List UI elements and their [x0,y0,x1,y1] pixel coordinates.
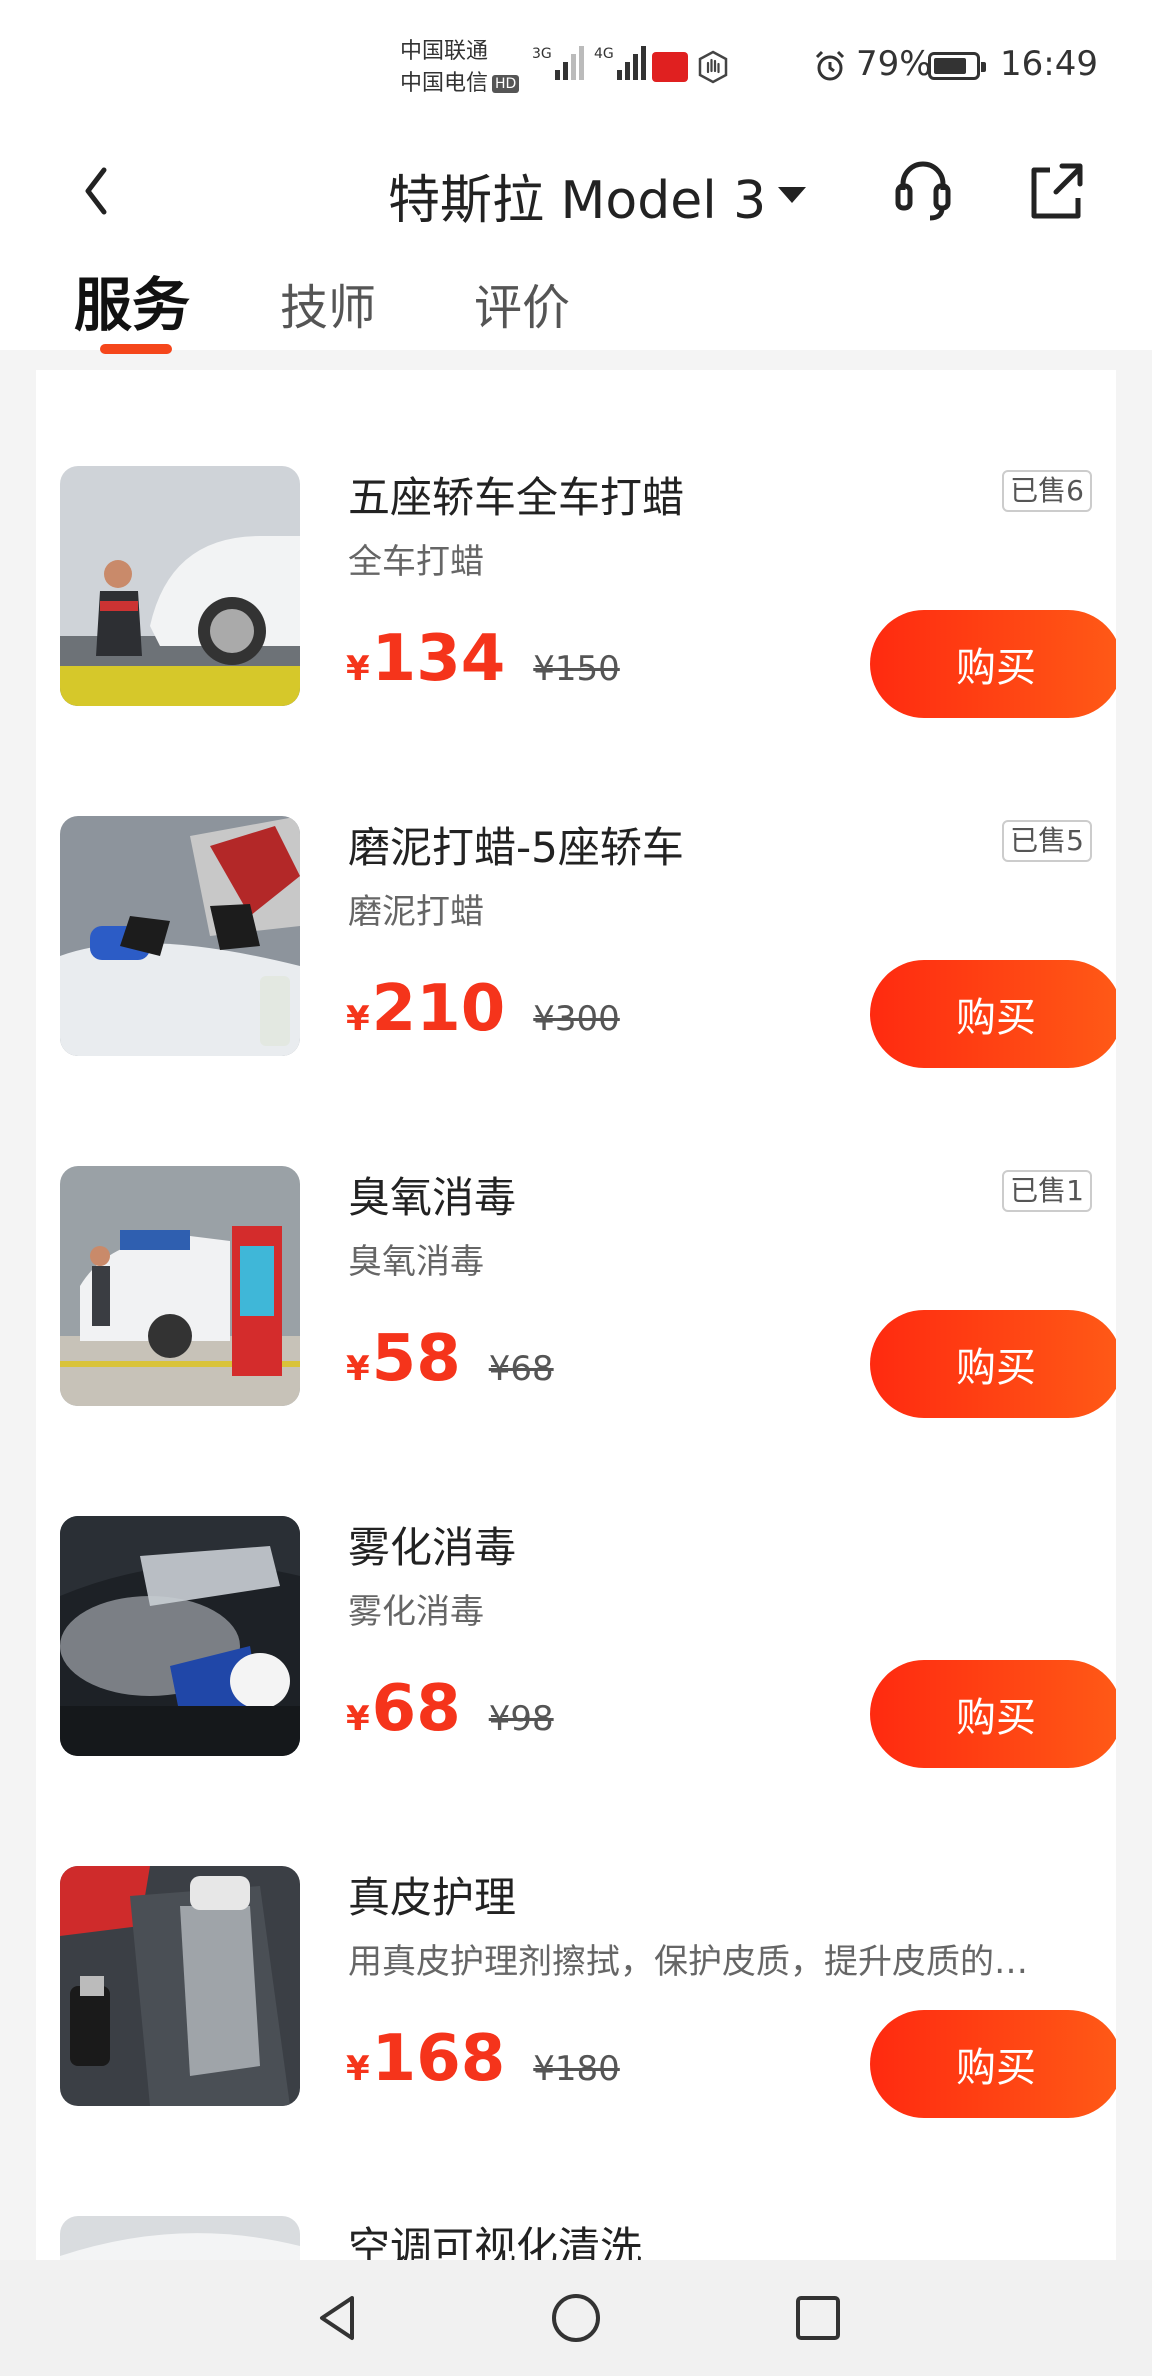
original-price: ¥150 [533,649,620,689]
service-thumbnail [60,1166,300,1406]
buy-button[interactable]: 购买 [870,960,1116,1068]
original-price: ¥180 [533,2049,620,2089]
buy-button[interactable]: 购买 [870,1310,1116,1418]
buy-button[interactable]: 购买 [870,2010,1116,2118]
tab-technicians[interactable]: 技师 [280,268,376,338]
service-list: 五座轿车全车打蜡 全车打蜡 已售6 ¥ 134 ¥150 购买 磨泥打蜡-5座轿… [36,370,1116,2260]
buy-button[interactable]: 购买 [870,1660,1116,1768]
service-title: 五座轿车全车打蜡 [348,473,685,522]
currency-symbol: ¥ [346,1349,370,1389]
sold-count-badge: 已售5 [1002,820,1092,862]
list-item[interactable]: 空调可视化清洗 [36,2120,1116,2260]
hd-badge: HD [492,75,520,93]
list-item[interactable]: 五座轿车全车打蜡 全车打蜡 已售6 ¥ 134 ¥150 购买 [36,370,1116,720]
carrier-info: 中国联通 中国电信 HD [400,36,520,100]
carrier-1: 中国联通 [400,39,489,64]
service-title: 空调可视化清洗 [348,2223,643,2260]
price-row: ¥ 168 ¥180 [346,2022,620,2096]
alarm-icon [815,50,845,81]
sold-count-badge: 已售6 [1002,470,1092,512]
price-row: ¥ 134 ¥150 [346,622,620,696]
list-item[interactable]: 雾化消毒 雾化消毒 ¥ 68 ¥98 购买 [36,1420,1116,1770]
carrier-2: 中国电信 [400,71,489,96]
service-thumbnail [60,816,300,1056]
currency-symbol: ¥ [346,999,370,1039]
tab-reviews[interactable]: 评价 [474,268,570,338]
currency-symbol: ¥ [346,2049,370,2089]
nav-back-icon[interactable] [310,2290,366,2346]
currency-symbol: ¥ [346,1699,370,1739]
service-subtitle: 磨泥打蜡 [348,892,484,932]
service-thumbnail [60,1516,300,1756]
list-item[interactable]: 真皮护理 用真皮护理剂擦拭，保护皮质，提升皮质的… ¥ 168 ¥180 购买 [36,1770,1116,2120]
headset-icon[interactable] [890,150,956,230]
buy-button[interactable]: 购买 [870,610,1116,718]
service-title: 磨泥打蜡-5座轿车 [348,823,684,872]
service-thumbnail [60,1866,300,2106]
currency-symbol: ¥ [346,649,370,689]
page-title: 特斯拉 Model 3 [388,170,767,231]
sale-price: 168 [371,2022,506,2096]
vehicle-selector[interactable]: 特斯拉 Model 3 [388,150,807,240]
sale-price: 58 [371,1322,461,1396]
battery-percent: 79% [856,44,932,84]
service-subtitle: 雾化消毒 [348,1592,484,1632]
battery-icon [928,52,986,80]
battery-level-fill [934,58,966,74]
service-subtitle: 臭氧消毒 [348,1242,484,1282]
price-row: ¥ 68 ¥98 [346,1672,554,1746]
service-title: 臭氧消毒 [348,1173,517,1222]
tab-bar: 服务 技师 评价 [0,250,1152,354]
signal-3g-icon: 3G [532,46,584,80]
tab-services[interactable]: 服务 [74,258,190,342]
service-title: 真皮护理 [348,1873,517,1922]
sale-price: 68 [371,1672,461,1746]
share-icon[interactable] [1022,150,1088,230]
list-item[interactable]: 磨泥打蜡-5座轿车 磨泥打蜡 已售5 ¥ 210 ¥300 购买 [36,720,1116,1070]
signal-4g-icon: 4G [594,46,646,80]
clock: 16:49 [1000,44,1098,84]
header: 特斯拉 Model 3 服务 技师 评价 [0,130,1152,354]
app-notification-icon [652,52,688,82]
status-bar: 中国联通 中国电信 HD 3G 4G 79% 16:49 [0,0,1152,130]
service-title: 雾化消毒 [348,1523,517,1572]
service-subtitle: 全车打蜡 [348,542,484,582]
price-row: ¥ 58 ¥68 [346,1322,554,1396]
original-price: ¥98 [488,1699,554,1739]
service-subtitle: 用真皮护理剂擦拭，保护皮质，提升皮质的… [348,1942,1028,1982]
system-nav-bar [0,2260,1152,2376]
active-tab-indicator [100,344,172,354]
nav-recent-apps-icon[interactable] [790,2290,846,2346]
nav-home-icon[interactable] [548,2290,604,2346]
sale-price: 134 [371,622,506,696]
service-thumbnail [60,466,300,706]
caret-down-icon [778,187,807,203]
list-item[interactable]: 臭氧消毒 臭氧消毒 已售1 ¥ 58 ¥68 购买 [36,1070,1116,1420]
service-thumbnail [60,2216,300,2260]
original-price: ¥300 [533,999,620,1039]
hand-notification-icon [698,50,728,84]
sold-count-badge: 已售1 [1002,1170,1092,1212]
original-price: ¥68 [488,1349,554,1389]
price-row: ¥ 210 ¥300 [346,972,620,1046]
sale-price: 210 [371,972,506,1046]
back-arrow-icon[interactable] [70,148,120,234]
